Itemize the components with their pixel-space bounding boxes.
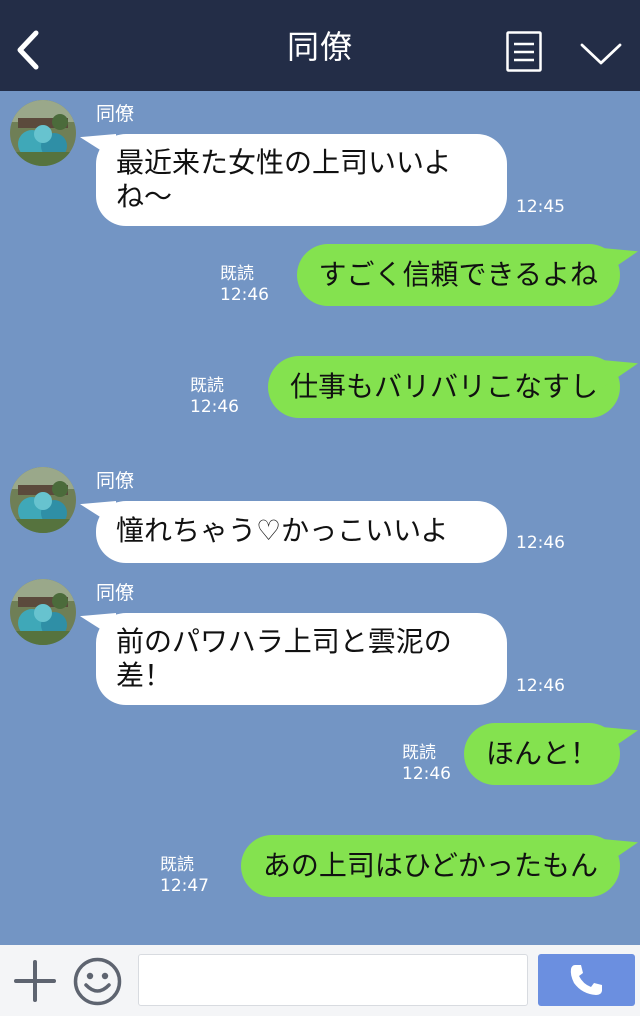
message-bubble[interactable]: 最近来た女性の上司いいよ ね〜 (96, 134, 507, 226)
message-input[interactable] (138, 954, 528, 1006)
notes-icon[interactable] (506, 31, 542, 72)
message-text: ほんと！ (485, 737, 598, 770)
avatar[interactable] (10, 100, 76, 166)
message-time: 12:46 (220, 285, 269, 305)
chat-header: 同僚 (0, 0, 640, 91)
message-text: 仕事もバリバリこなすし (289, 370, 598, 403)
sender-name: 同僚 (96, 470, 135, 492)
message-text-line: 差！ (116, 659, 173, 692)
chat-area[interactable]: 同僚 最近来た女性の上司いいよ ね〜 12:45 既読 12:46 すごく信頼で… (0, 91, 640, 945)
read-label: 既読 (160, 855, 194, 875)
read-label: 既読 (190, 376, 224, 396)
message-bubble[interactable]: あの上司はひどかったもん (240, 835, 620, 897)
sender-name: 同僚 (96, 582, 135, 604)
message-text: すごく信頼できるよね (318, 258, 598, 291)
chat-title: 同僚 (286, 28, 353, 66)
smiley-icon[interactable] (73, 957, 122, 1006)
call-button[interactable] (538, 954, 635, 1006)
message-time: 12:46 (516, 533, 565, 553)
message-bubble[interactable]: ほんと！ (463, 723, 620, 785)
read-receipt: 既読 12:47 (160, 855, 209, 897)
read-receipt: 既読 12:46 (402, 743, 451, 785)
read-label: 既読 (220, 264, 254, 284)
read-receipt: 既読 12:46 (190, 376, 239, 418)
avatar[interactable] (10, 467, 76, 533)
message-text-line: ね〜 (116, 180, 173, 213)
read-receipt: 既読 12:46 (220, 264, 269, 306)
message-time: 12:46 (516, 676, 565, 696)
message-time: 12:45 (516, 197, 565, 217)
message-text: あの上司はひどかったもん (262, 849, 598, 882)
message-bubble[interactable]: 前のパワハラ上司と雲泥の 差！ (96, 613, 507, 705)
message-bubble[interactable]: 仕事もバリバリこなすし (267, 356, 620, 418)
message-time: 12:46 (402, 764, 451, 784)
chevron-down-icon[interactable] (580, 42, 622, 66)
phone-icon (570, 965, 602, 995)
read-label: 既読 (402, 743, 436, 763)
message-time: 12:47 (160, 876, 209, 896)
message-text-line: 前のパワハラ上司と雲泥の (116, 625, 452, 658)
avatar[interactable] (10, 579, 76, 645)
message-bubble[interactable]: 憧れちゃう♡かっこいいよ (96, 501, 507, 563)
message-bubble[interactable]: すごく信頼できるよね (296, 244, 620, 306)
message-text-line: 最近来た女性の上司いいよ (116, 146, 452, 179)
message-text: 憧れちゃう♡かっこいいよ (116, 514, 449, 547)
message-time: 12:46 (190, 397, 239, 417)
input-bar (0, 945, 640, 1016)
sender-name: 同僚 (96, 103, 135, 125)
plus-icon[interactable] (14, 960, 56, 1002)
